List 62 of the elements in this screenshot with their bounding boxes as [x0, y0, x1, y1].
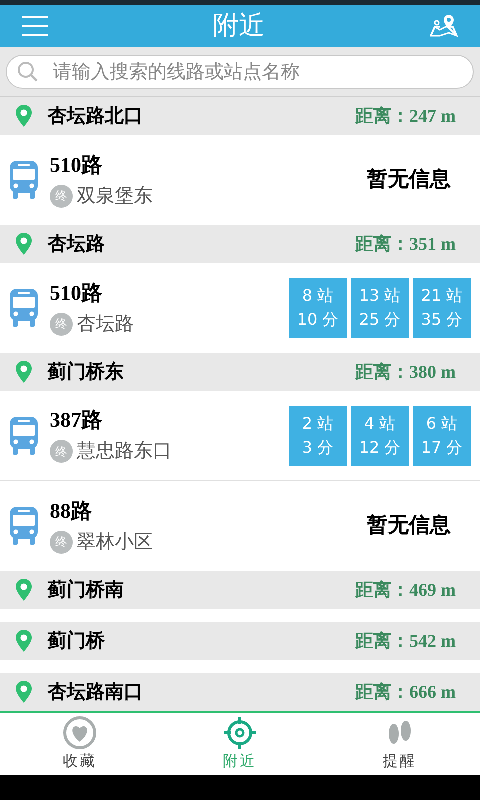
distance-text: 距离：247 m	[356, 104, 456, 128]
target-icon	[223, 716, 257, 750]
terminal-stop: 杏坛路	[77, 312, 134, 337]
status-text: 暂无信息	[367, 512, 451, 540]
search-icon	[17, 60, 39, 82]
distance-text: 距离：469 m	[356, 578, 456, 602]
stop-name: 杏坛路南口	[48, 680, 143, 705]
minutes-away: 17 分	[421, 436, 463, 458]
page-title: 附近	[212, 10, 266, 42]
route-name: 510路	[50, 152, 104, 179]
distance-text: 距离：351 m	[356, 232, 456, 256]
minutes-away: 25 分	[359, 309, 401, 331]
terminal-stop: 翠林小区	[77, 530, 153, 555]
distance-text: 距离：666 m	[356, 680, 456, 704]
stop-row[interactable]: 杏坛路南口 距离：666 m	[0, 673, 480, 711]
distance-text: 距离：542 m	[356, 630, 456, 652]
stop-name: 蓟门桥东	[48, 360, 124, 385]
terminal-stop: 慧忠路东口	[77, 439, 172, 464]
stop-name: 蓟门桥	[48, 628, 105, 654]
stop-row[interactable]: 蓟门桥东 距离：380 m	[0, 353, 480, 391]
status-text: 暂无信息	[367, 166, 451, 194]
location-pin-icon	[16, 361, 32, 383]
terminal-badge: 终	[50, 440, 73, 463]
location-pin-icon	[16, 105, 32, 127]
stop-name: 蓟门桥南	[48, 578, 124, 603]
stops-away: 4 站	[364, 412, 396, 434]
stops-away: 13 站	[359, 285, 401, 307]
terminal-badge: 终	[50, 184, 73, 208]
minutes-away: 12 分	[359, 436, 401, 458]
nav-tab[interactable]: 收藏	[0, 713, 160, 775]
location-pin-icon	[16, 630, 32, 652]
bus-icon	[10, 161, 38, 199]
stop-row[interactable]: 杏坛路北口 距离：247 m	[0, 97, 480, 135]
terminal-badge: 终	[50, 530, 73, 554]
bus-icon	[10, 416, 38, 454]
location-pin-icon	[16, 579, 32, 601]
terminal-stop: 双泉堡东	[77, 184, 153, 209]
route-name: 88路	[50, 498, 93, 525]
nav-tab[interactable]: 提醒	[320, 713, 480, 775]
route-name: 510路	[50, 280, 104, 307]
minutes-away: 35 分	[421, 309, 463, 331]
bus-icon	[10, 289, 38, 327]
stop-row[interactable]: 蓟门桥 距离：542 m	[0, 622, 480, 660]
bus-icon	[10, 507, 38, 545]
location-pin-icon	[16, 233, 32, 255]
location-pin-icon	[16, 681, 32, 703]
stops-away: 2 站	[302, 412, 334, 434]
map-pin-icon[interactable]	[430, 14, 458, 38]
minutes-away: 10 分	[297, 309, 339, 331]
stop-row[interactable]: 蓟门桥南 距离：469 m	[0, 571, 480, 609]
terminal-badge: 终	[50, 312, 73, 336]
stop-name: 杏坛路	[48, 232, 105, 257]
distance-text: 距离：380 m	[356, 360, 456, 384]
search-field[interactable]: 请输入搜索的线路或站点名称	[6, 54, 474, 88]
stops-away: 21 站	[421, 285, 463, 307]
menu-icon[interactable]	[22, 16, 48, 36]
stop-row[interactable]: 杏坛路 距离：351 m	[0, 225, 480, 263]
stops-away: 6 站	[426, 412, 458, 434]
stops-away: 8 站	[302, 285, 334, 307]
stop-name: 杏坛路北口	[48, 104, 143, 129]
route-name: 387路	[50, 407, 104, 434]
minutes-away: 3 分	[302, 436, 334, 458]
